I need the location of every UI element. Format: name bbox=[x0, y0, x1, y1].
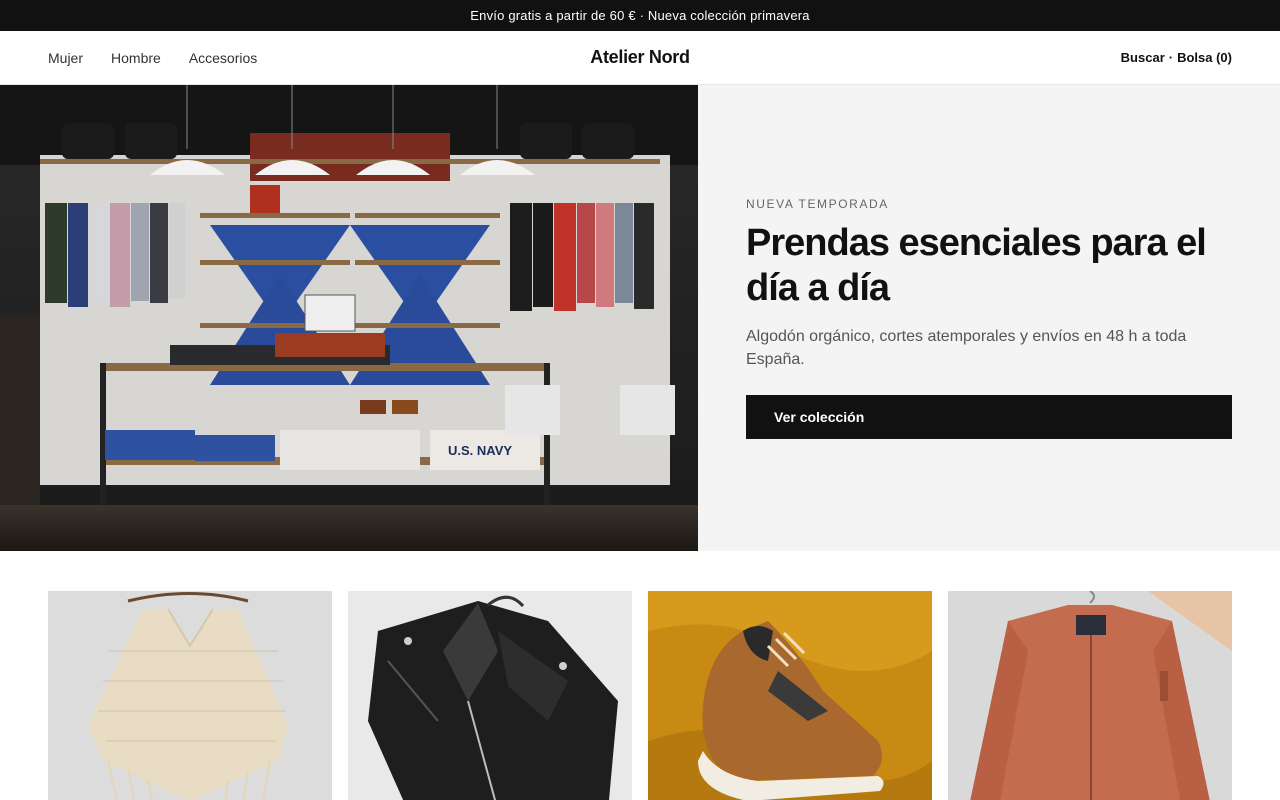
view-collection-button[interactable]: Ver colección bbox=[746, 395, 1232, 439]
bomber-jacket-image bbox=[948, 591, 1232, 800]
hero-copy: NUEVA TEMPORADA Prendas esenciales para … bbox=[698, 85, 1280, 551]
hero-eyebrow: NUEVA TEMPORADA bbox=[746, 197, 889, 211]
bag-link[interactable]: Bolsa (0) bbox=[1177, 50, 1232, 65]
header-utilities: Buscar · Bolsa (0) bbox=[1121, 50, 1232, 65]
store-interior-illustration: U.S. NAVY bbox=[0, 85, 698, 551]
hero-store-image: U.S. NAVY bbox=[0, 85, 698, 551]
product-card[interactable] bbox=[348, 591, 632, 800]
site-header: Mujer Hombre Accesorios Atelier Nord Bus… bbox=[0, 31, 1280, 85]
search-link[interactable]: Buscar bbox=[1121, 50, 1165, 65]
hero-section: U.S. NAVY NUEVA TEMPORADA Prendas esenci… bbox=[0, 85, 1280, 551]
product-grid bbox=[0, 551, 1280, 800]
hero-subtitle: Algodón orgánico, cortes atemporales y e… bbox=[746, 328, 1187, 368]
nav-item-mujer[interactable]: Mujer bbox=[48, 50, 83, 66]
nav-item-hombre[interactable]: Hombre bbox=[111, 50, 161, 66]
sneaker-image bbox=[648, 591, 932, 800]
announcement-bar: Envío gratis a partir de 60 € · Nueva co… bbox=[0, 0, 1280, 31]
announcement-text: Envío gratis a partir de 60 € · Nueva co… bbox=[470, 8, 810, 23]
utility-separator: · bbox=[1168, 50, 1174, 65]
hero-title: Prendas esenciales para el día a día bbox=[746, 222, 1207, 309]
knit-poncho-image bbox=[48, 591, 332, 800]
product-card[interactable] bbox=[948, 591, 1232, 800]
product-card[interactable] bbox=[648, 591, 932, 800]
nav-item-accesorios[interactable]: Accesorios bbox=[189, 50, 257, 66]
product-card[interactable] bbox=[48, 591, 332, 800]
main-nav: Mujer Hombre Accesorios bbox=[48, 50, 257, 66]
site-logo[interactable]: Atelier Nord bbox=[590, 47, 690, 68]
leather-jacket-image bbox=[348, 591, 632, 800]
navy-shirt-print: U.S. NAVY bbox=[448, 443, 512, 458]
